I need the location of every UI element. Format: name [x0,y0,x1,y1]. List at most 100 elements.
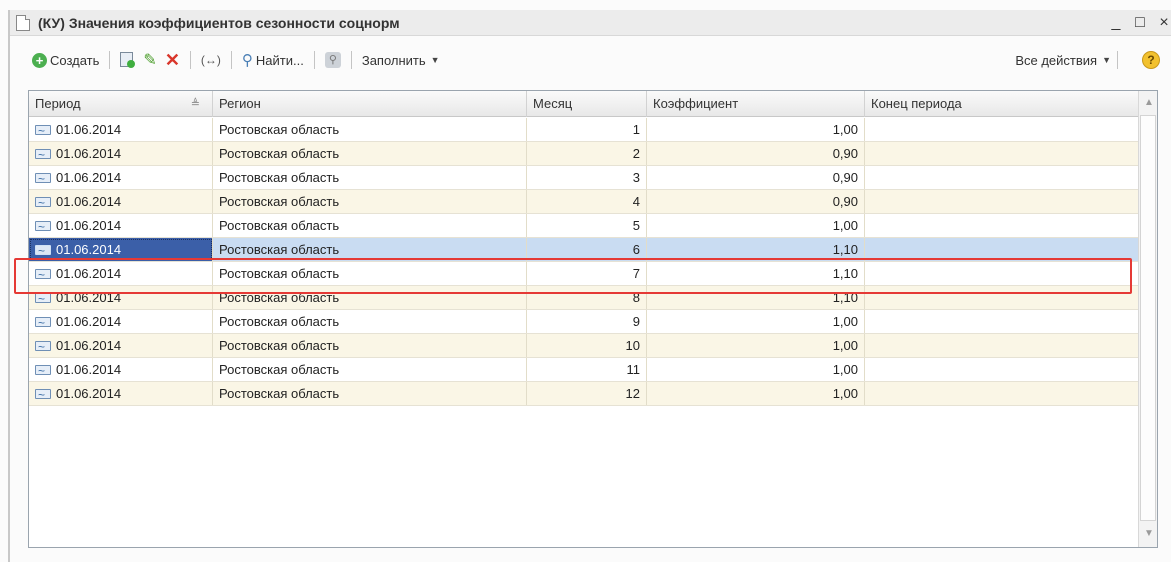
fill-button[interactable]: Заполнить ▼ [358,48,444,72]
window-title: (КУ) Значения коэффициентов сезонности с… [38,14,400,31]
register-record-icon [35,216,51,237]
close-icon[interactable]: × [1157,14,1171,32]
cell-coefficient[interactable]: 1,00 [647,310,865,333]
cell-period[interactable]: 01.06.2014 [29,358,213,381]
maximize-icon[interactable]: □ [1133,14,1147,32]
period-value: 01.06.2014 [56,146,122,161]
copy-button[interactable] [116,48,139,72]
cell-period-end[interactable] [865,142,1139,165]
cell-period-end[interactable] [865,310,1139,333]
cell-period-end[interactable] [865,190,1139,213]
selected-row-highlight [14,258,1132,294]
cell-coefficient[interactable]: 1,00 [647,118,865,141]
cell-region[interactable]: Ростовская область [213,214,527,237]
cell-period-end[interactable] [865,334,1139,357]
create-button[interactable]: + Создать [28,48,103,72]
cell-coefficient[interactable]: 1,00 [647,214,865,237]
cell-period[interactable]: 01.06.2014 [29,142,213,165]
cell-region[interactable]: Ростовская область [213,358,527,381]
cell-period-end[interactable] [865,214,1139,237]
cell-region[interactable]: Ростовская область [213,142,527,165]
cell-period[interactable]: 01.06.2014 [29,382,213,405]
table-row[interactable]: 01.06.2014 Ростовская область20,90 [29,142,1139,166]
table-row[interactable]: 01.06.2014 Ростовская область30,90 [29,166,1139,190]
window-controls: _ □ × [1109,10,1171,36]
cell-period[interactable]: 01.06.2014 [29,214,213,237]
column-header-region[interactable]: Регион [213,91,527,117]
all-actions-button[interactable]: Все действия ▼ [1011,46,1128,74]
vertical-scrollbar[interactable]: ▲ ▼ [1138,91,1157,547]
table-row[interactable]: 01.06.2014 Ростовская область121,00 [29,382,1139,406]
column-header-month[interactable]: Месяц [527,91,647,117]
table-row[interactable]: 01.06.2014 Ростовская область101,00 [29,334,1139,358]
toolbar-separator [230,51,232,69]
cell-coefficient[interactable]: 0,90 [647,190,865,213]
cell-month[interactable]: 1 [527,118,647,141]
scroll-up-icon[interactable]: ▲ [1144,97,1154,108]
cell-region[interactable]: Ростовская область [213,382,527,405]
cell-month[interactable]: 5 [527,214,647,237]
cell-period-end[interactable] [865,166,1139,189]
delete-icon: ✕ [164,49,180,70]
cell-region[interactable]: Ростовская область [213,118,527,141]
scroll-down-icon[interactable]: ▼ [1144,528,1154,539]
cell-coefficient[interactable]: 1,00 [647,358,865,381]
create-label: Создать [50,52,100,68]
cell-coefficient[interactable]: 1,00 [647,334,865,357]
period-value: 01.06.2014 [56,122,122,137]
column-header-period[interactable]: Период ≜ [29,91,213,117]
table-row[interactable]: 01.06.2014 Ростовская область51,00 [29,214,1139,238]
table-row[interactable]: 01.06.2014 Ростовская область11,00 [29,118,1139,142]
cell-month[interactable]: 11 [527,358,647,381]
cell-period-end[interactable] [865,118,1139,141]
cell-month[interactable]: 3 [527,166,647,189]
cell-coefficient[interactable]: 1,00 [647,382,865,405]
cell-month[interactable]: 4 [527,190,647,213]
document-icon [16,14,30,31]
cell-period[interactable]: 01.06.2014 [29,190,213,213]
column-header-label: Период [35,96,81,111]
cell-region[interactable]: Ростовская область [213,334,527,357]
cell-period[interactable]: 01.06.2014 [29,310,213,333]
clear-search-icon: ⚲ [324,52,341,68]
toolbar: + Создать ✎ ✕ (↔) ⚲ Найти... ⚲ Заполнить… [28,46,1168,74]
fill-label: Заполнить [361,52,426,68]
cell-period[interactable]: 01.06.2014 [29,334,213,357]
find-button[interactable]: ⚲ Найти... [238,48,308,72]
change-order-button[interactable]: (↔) [197,48,225,72]
cell-region[interactable]: Ростовская область [213,310,527,333]
cell-month[interactable]: 9 [527,310,647,333]
cell-month[interactable]: 10 [527,334,647,357]
cell-coefficient[interactable]: 0,90 [647,142,865,165]
cell-period[interactable]: 01.06.2014 [29,118,213,141]
cell-month[interactable]: 12 [527,382,647,405]
cell-coefficient[interactable]: 0,90 [647,166,865,189]
help-icon[interactable]: ? [1142,51,1160,69]
main-window: (КУ) Значения коэффициентов сезонности с… [0,0,1171,562]
column-header-period-end[interactable]: Конец периода [865,91,1139,117]
register-record-icon [35,120,51,141]
table-row[interactable]: 01.06.2014 Ростовская область111,00 [29,358,1139,382]
toolbar-separator [1117,51,1118,69]
cell-month[interactable]: 2 [527,142,647,165]
column-header-coefficient[interactable]: Коэффициент [647,91,865,117]
cell-period-end[interactable] [865,358,1139,381]
register-record-icon [35,144,51,165]
cell-region[interactable]: Ростовская область [213,166,527,189]
scroll-thumb[interactable] [1140,115,1156,521]
table-row[interactable]: 01.06.2014 Ростовская область40,90 [29,190,1139,214]
clear-search-button[interactable]: ⚲ [321,48,345,72]
period-value: 01.06.2014 [56,386,122,401]
cell-region[interactable]: Ростовская область [213,190,527,213]
delete-button[interactable]: ✕ [161,48,184,72]
cell-period[interactable]: 01.06.2014 [29,166,213,189]
table-row[interactable]: 01.06.2014 Ростовская область91,00 [29,310,1139,334]
table-header: Период ≜ Регион Месяц Коэффициент Конец … [29,91,1139,117]
period-value: 01.06.2014 [56,362,122,377]
title-bar: (КУ) Значения коэффициентов сезонности с… [10,10,1171,36]
cell-period-end[interactable] [865,382,1139,405]
register-record-icon [35,192,51,213]
edit-button[interactable]: ✎ [139,48,160,72]
minimize-icon[interactable]: _ [1109,14,1123,32]
sort-icon: ≜ [190,98,200,110]
